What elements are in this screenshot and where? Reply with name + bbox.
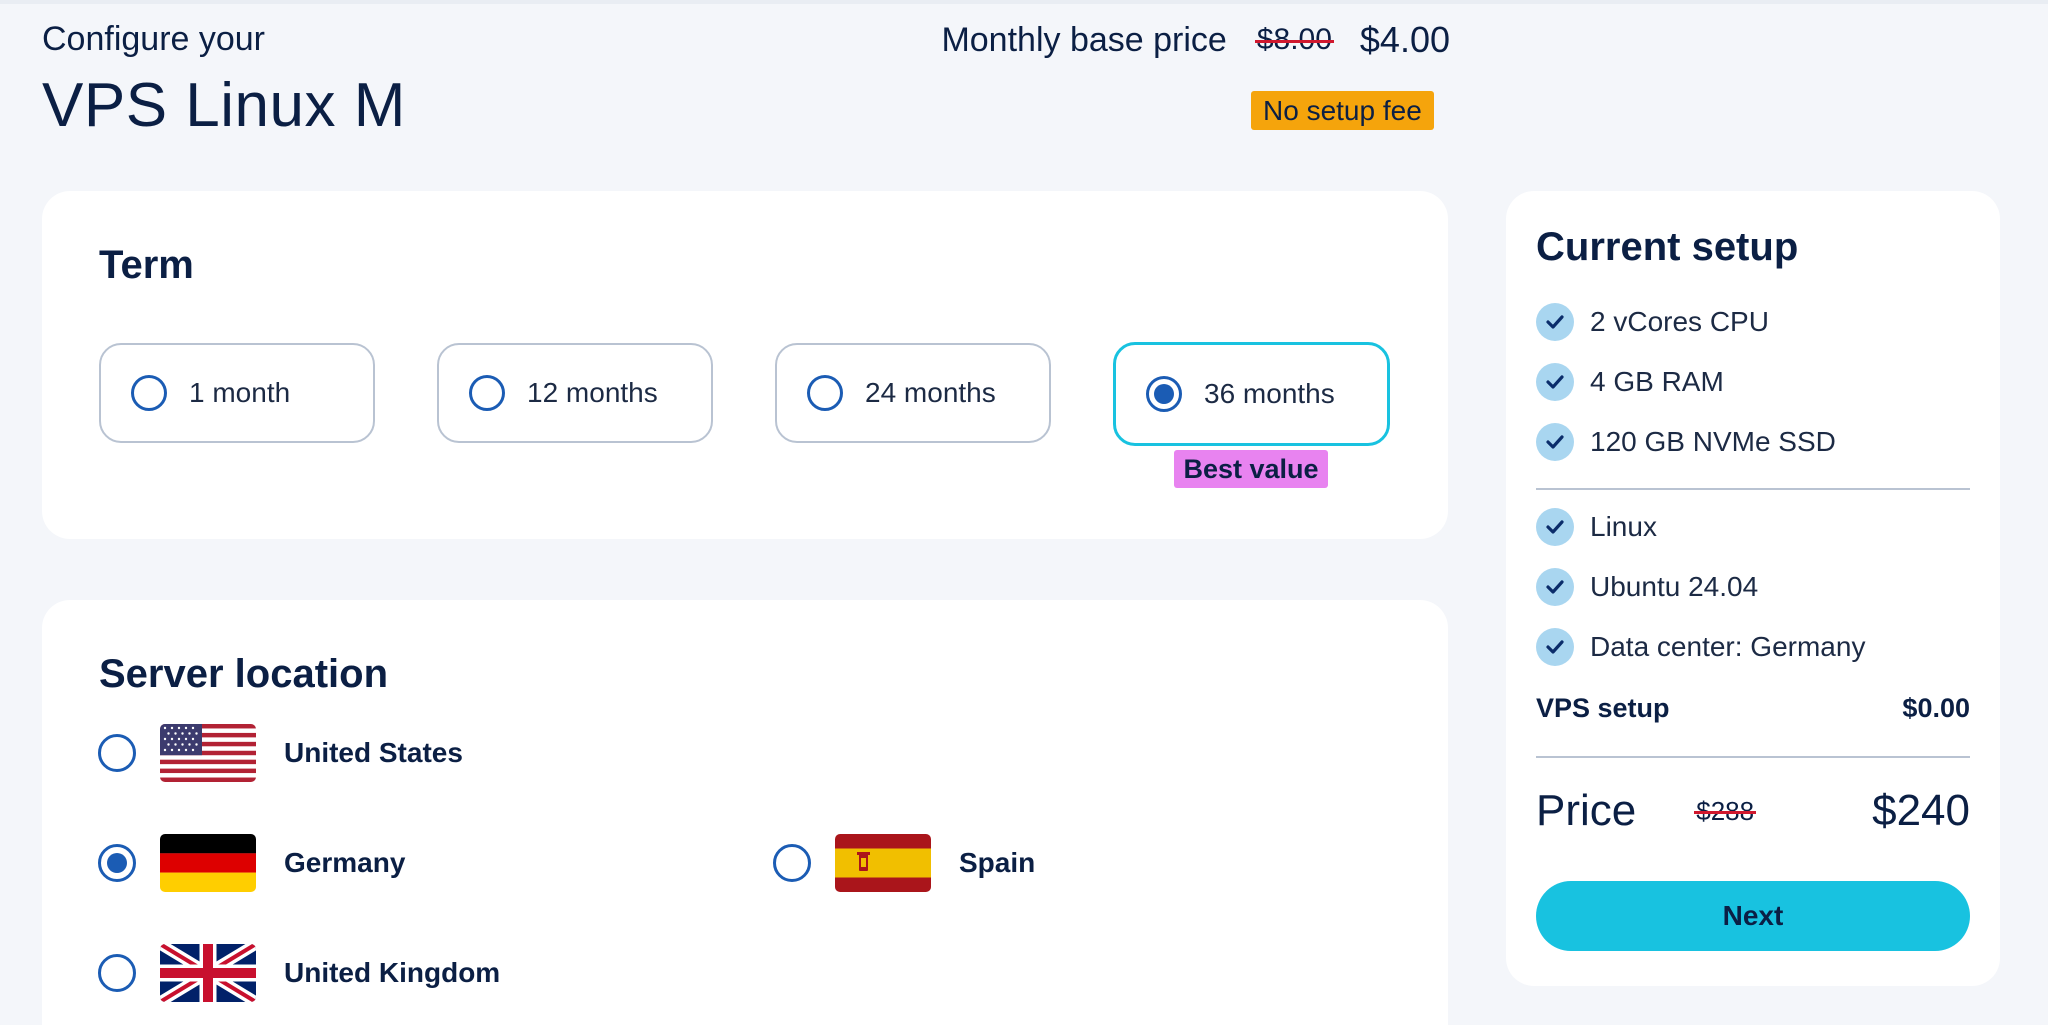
setup-item-os: Linux — [1536, 508, 1657, 546]
radio-icon[interactable] — [98, 954, 136, 992]
term-option-label: 24 months — [865, 377, 996, 408]
term-card: Term 1 month 12 months 24 months 36 mont… — [42, 191, 1448, 539]
setup-item-label: Ubuntu 24.04 — [1590, 571, 1759, 602]
setup-item-label: 120 GB NVMe SSD — [1590, 426, 1836, 457]
setup-item-label: Data center: Germany — [1590, 631, 1866, 662]
no-setup-fee-badge: No setup fee — [1251, 91, 1434, 130]
setup-item-storage: 120 GB NVMe SSD — [1536, 423, 1836, 461]
radio-selected-icon[interactable] — [98, 844, 136, 882]
old-total-price: $288 — [1694, 795, 1756, 826]
price-label: Price — [1536, 786, 1637, 835]
location-option-spain[interactable]: Spain — [773, 834, 1035, 892]
divider — [1536, 488, 1970, 490]
setup-item-datacenter: Data center: Germany — [1536, 628, 1865, 666]
uk-flag-icon — [160, 944, 256, 1002]
setup-item-ram: 4 GB RAM — [1536, 363, 1724, 401]
location-name: Spain — [959, 847, 1036, 878]
radio-icon[interactable] — [131, 375, 167, 411]
monthly-price-row: Monthly base price $8.00 $4.00 — [930, 18, 1450, 62]
page-title: VPS Linux M — [42, 71, 406, 140]
total-price-row: Price $288 $240 — [1536, 781, 1970, 841]
es-flag-icon — [835, 834, 931, 892]
term-option-label: 36 months — [1204, 378, 1335, 409]
radio-icon[interactable] — [469, 375, 505, 411]
check-icon — [1536, 363, 1574, 401]
setup-item-distro: Ubuntu 24.04 — [1536, 568, 1758, 606]
term-option-1-month[interactable]: 1 month — [99, 343, 375, 443]
best-value-badge: Best value — [1174, 450, 1328, 488]
vps-setup-value: $0.00 — [1902, 693, 1970, 723]
radio-icon[interactable] — [807, 375, 843, 411]
check-icon — [1536, 303, 1574, 341]
radio-icon[interactable] — [98, 734, 136, 772]
old-monthly-price: $8.00 — [1254, 23, 1334, 56]
new-total-price: $240 — [1872, 786, 1970, 835]
term-option-label: 12 months — [527, 377, 658, 408]
location-name: Germany — [284, 847, 406, 878]
term-option-36-months[interactable]: 36 months — [1113, 342, 1390, 446]
radio-icon[interactable] — [773, 844, 811, 882]
next-button[interactable]: Next — [1536, 881, 1970, 951]
term-heading: Term — [99, 243, 194, 287]
current-setup-heading: Current setup — [1536, 225, 1799, 269]
monthly-price-label: Monthly base price — [941, 20, 1227, 59]
location-option-united-states[interactable]: United States — [98, 724, 463, 782]
current-setup-card: Current setup 2 vCores CPU 4 GB RAM 120 … — [1506, 191, 2000, 986]
setup-item-label: 4 GB RAM — [1590, 366, 1724, 397]
us-flag-icon — [160, 724, 256, 782]
divider — [1536, 756, 1970, 758]
check-icon — [1536, 508, 1574, 546]
location-option-united-kingdom[interactable]: United Kingdom — [98, 944, 500, 1002]
setup-item-cpu: 2 vCores CPU — [1536, 303, 1769, 341]
setup-item-label: Linux — [1590, 511, 1657, 542]
check-icon — [1536, 568, 1574, 606]
term-option-24-months[interactable]: 24 months — [775, 343, 1051, 443]
location-name: United States — [284, 737, 463, 768]
radio-selected-icon[interactable] — [1146, 376, 1182, 412]
vps-setup-row: VPS setup $0.00 — [1536, 693, 1970, 724]
vps-setup-label: VPS setup — [1536, 693, 1670, 723]
setup-item-label: 2 vCores CPU — [1590, 306, 1769, 337]
page-subtitle: Configure your — [42, 20, 266, 58]
new-monthly-price: $4.00 — [1359, 19, 1450, 60]
top-border — [0, 0, 2048, 4]
location-option-germany[interactable]: Germany — [98, 834, 405, 892]
term-option-label: 1 month — [189, 377, 291, 408]
location-name: United Kingdom — [284, 957, 501, 988]
de-flag-icon — [160, 834, 256, 892]
server-location-card: Server location United States Germany Sp… — [42, 600, 1448, 1025]
server-location-heading: Server location — [99, 652, 389, 696]
term-option-12-months[interactable]: 12 months — [437, 343, 713, 443]
check-icon — [1536, 423, 1574, 461]
check-icon — [1536, 628, 1574, 666]
